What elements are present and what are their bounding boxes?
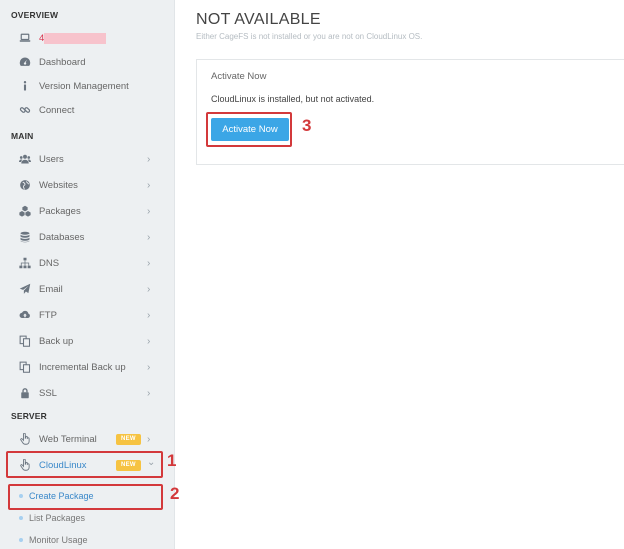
bullet-icon — [19, 538, 23, 542]
sidebar-item-backup[interactable]: Back up › — [0, 329, 175, 353]
sidebar-item-label: Back up — [39, 335, 74, 347]
page-subtitle: Either CageFS is not installed or you ar… — [196, 32, 423, 41]
hand-pointer-icon — [18, 432, 32, 446]
callout-number: 1 — [167, 451, 177, 470]
sidebar-item-label: SSL — [39, 387, 57, 399]
bullet-icon — [19, 494, 23, 498]
chevron-down-icon: ⌄ — [147, 457, 156, 468]
copy-icon — [18, 334, 32, 348]
sidebar-item-ftp[interactable]: FTP › — [0, 303, 175, 327]
activate-now-button[interactable]: Activate Now — [211, 118, 289, 141]
sidebar-item-server-hostname[interactable]: 4 — [0, 26, 175, 50]
callout-number: 3 — [302, 116, 312, 135]
submenu-item-label: Create Package — [29, 491, 94, 501]
sidebar-item-version-management[interactable]: Version Management — [0, 74, 175, 98]
sidebar-item-label: Packages — [39, 205, 81, 217]
sidebar-item-label: Databases — [39, 231, 85, 243]
sidebar-item-label: Web Terminal — [39, 433, 97, 445]
database-icon — [18, 230, 32, 244]
sidebar-item-label: Email — [39, 283, 63, 295]
chevron-right-icon: › — [147, 361, 151, 373]
sidebar-item-web-terminal[interactable]: Web Terminal NEW › — [0, 427, 175, 451]
sidebar-item-label: Websites — [39, 179, 78, 191]
chevron-right-icon: › — [147, 335, 151, 347]
cloud-upload-icon — [18, 308, 32, 322]
sidebar-item-users[interactable]: Users › — [0, 147, 175, 171]
panel-heading: Activate Now — [211, 71, 267, 82]
overview-section-header: OVERVIEW — [11, 10, 59, 20]
submenu-item-list-packages[interactable]: List Packages — [0, 507, 165, 529]
sidebar: OVERVIEW 4 Dashboard Version Management … — [0, 0, 175, 549]
globe-icon — [18, 178, 32, 192]
paper-plane-icon — [18, 282, 32, 296]
sidebar-item-label: Incremental Back up — [39, 361, 126, 373]
dashboard-icon — [18, 55, 32, 69]
cubes-icon — [18, 204, 32, 218]
panel-message: CloudLinux is installed, but not activat… — [211, 94, 375, 104]
link-icon — [18, 103, 32, 117]
page-title: NOT AVAILABLE — [196, 11, 321, 28]
submenu-item-create-package[interactable]: Create Package — [0, 485, 165, 507]
new-badge: NEW — [116, 459, 141, 471]
sidebar-item-connect[interactable]: Connect — [0, 98, 175, 122]
sidebar-item-databases[interactable]: Databases › — [0, 225, 175, 249]
submenu-item-label: List Packages — [29, 513, 86, 523]
callout-number: 2 — [170, 484, 180, 503]
submenu-item-label: Monitor Usage — [29, 535, 88, 545]
sidebar-item-websites[interactable]: Websites › — [0, 173, 175, 197]
sidebar-item-cloudlinux[interactable]: CloudLinux NEW ⌄ — [0, 453, 175, 477]
redacted-hostname — [44, 32, 106, 44]
chevron-right-icon: › — [147, 205, 151, 217]
sidebar-item-label: Users — [39, 153, 64, 165]
users-icon — [18, 152, 32, 166]
lock-icon — [18, 386, 32, 400]
hand-pointer-icon — [18, 458, 32, 472]
sidebar-item-dashboard[interactable]: Dashboard — [0, 50, 175, 74]
chevron-right-icon: › — [147, 231, 151, 243]
chevron-right-icon: › — [147, 309, 151, 321]
sidebar-item-label: Connect — [39, 104, 75, 116]
sidebar-item-dns[interactable]: DNS › — [0, 251, 175, 275]
sidebar-item-label: Dashboard — [39, 56, 86, 68]
chevron-right-icon: › — [147, 433, 151, 445]
info-icon — [18, 79, 32, 93]
chevron-right-icon: › — [147, 153, 151, 165]
submenu-item-monitor-usage[interactable]: Monitor Usage — [0, 529, 165, 549]
chevron-right-icon: › — [147, 283, 151, 295]
sidebar-item-label: FTP — [39, 309, 57, 321]
chevron-right-icon: › — [147, 257, 151, 269]
sidebar-item-label: DNS — [39, 257, 60, 269]
bullet-icon — [19, 516, 23, 520]
sidebar-item-label: Version Management — [39, 80, 129, 92]
sidebar-item-packages[interactable]: Packages › — [0, 199, 175, 223]
new-badge: NEW — [116, 433, 141, 445]
activate-panel: Activate Now CloudLinux is installed, bu… — [196, 59, 624, 165]
chevron-right-icon: › — [147, 179, 151, 191]
copy-icon — [18, 360, 32, 374]
sidebar-item-ssl[interactable]: SSL › — [0, 381, 175, 405]
sitemap-icon — [18, 256, 32, 270]
server-section-header: SERVER — [11, 411, 48, 421]
chevron-right-icon: › — [147, 387, 151, 399]
sidebar-item-incremental-backup[interactable]: Incremental Back up › — [0, 355, 175, 379]
sidebar-item-label: CloudLinux — [39, 459, 87, 471]
laptop-icon — [18, 31, 32, 45]
sidebar-item-email[interactable]: Email › — [0, 277, 175, 301]
main-section-header: MAIN — [11, 131, 34, 141]
